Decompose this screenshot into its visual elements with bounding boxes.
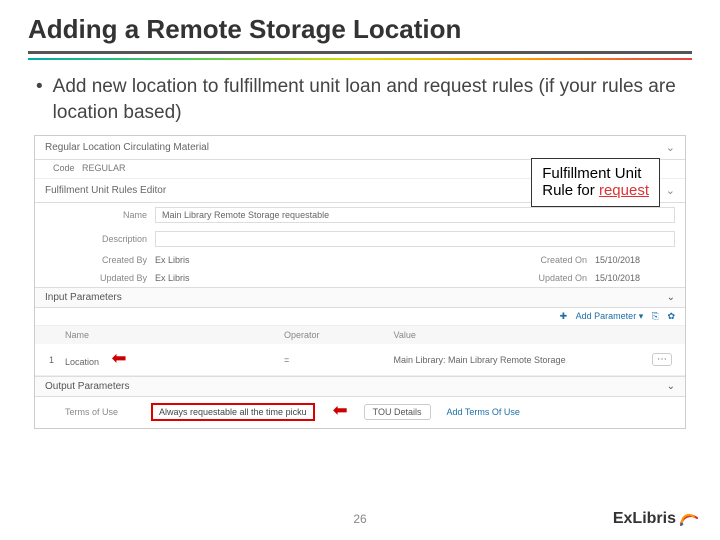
logo-text: ExLibris: [613, 510, 676, 528]
exlibris-logo: ExLibris: [613, 508, 700, 530]
callout-line1: Fulfillment Unit: [542, 165, 649, 182]
callout-line2a: Rule for: [542, 182, 599, 199]
code-value: REGULAR: [82, 163, 126, 173]
gear-icon[interactable]: ✿: [667, 311, 675, 321]
arrow-left-icon: ⬅: [333, 400, 348, 421]
add-tou-link[interactable]: Add Terms Of Use: [447, 407, 520, 417]
toolbar: ✚ Add Parameter ▾ ⎘ ✿: [35, 308, 685, 326]
updatedby-value: Ex Libris: [155, 273, 525, 283]
name-label: Name: [95, 210, 155, 220]
description-field[interactable]: [155, 231, 675, 247]
logo-arc-icon: [678, 508, 700, 530]
createdon-value: 15/10/2018: [595, 255, 675, 265]
updatedon-label: Updated On: [525, 273, 595, 283]
tou-label: Terms of Use: [65, 407, 135, 417]
output-params-label: Output Parameters: [45, 381, 129, 392]
row-index: 1: [49, 355, 65, 365]
createdon-label: Created On: [525, 255, 595, 265]
chevron-down-icon: ⌄: [667, 292, 675, 303]
tou-value-highlight: Always requestable all the time picku: [151, 403, 315, 421]
updatedby-label: Updated By: [95, 273, 155, 283]
tou-details-button[interactable]: TOU Details: [364, 404, 431, 420]
row-value: Main Library: Main Library Remote Storag…: [394, 355, 650, 365]
divider-rainbow: [28, 58, 692, 60]
col-operator: Operator: [284, 330, 394, 340]
arrow-left-icon: ⬅: [112, 348, 127, 368]
bullet-dot: •: [36, 74, 43, 125]
code-label: Code: [53, 163, 75, 173]
chevron-down-icon: ⌄: [666, 141, 675, 154]
add-parameter-button[interactable]: ✚ Add Parameter ▾: [560, 311, 644, 321]
table-header: Name Operator Value: [35, 326, 685, 344]
col-name: Name: [65, 330, 284, 340]
row-operator: =: [284, 355, 394, 365]
name-field[interactable]: Main Library Remote Storage requestable: [155, 207, 675, 223]
callout-request-word: request: [599, 182, 649, 199]
more-button[interactable]: ⋯: [652, 353, 672, 366]
bullet-item: • Add new location to fulfillment unit l…: [36, 74, 684, 125]
bullet-text: Add new location to fulfillment unit loa…: [53, 74, 684, 125]
chevron-down-icon: ⌄: [666, 184, 675, 197]
panel-header-regular-location[interactable]: Regular Location Circulating Material ⌄: [35, 136, 685, 160]
panel-header-input-params[interactable]: Input Parameters ⌄: [35, 287, 685, 308]
description-label: Description: [95, 234, 155, 244]
updatedon-value: 15/10/2018: [595, 273, 675, 283]
export-icon[interactable]: ⎘: [652, 311, 659, 321]
slide-title: Adding a Remote Storage Location: [28, 14, 692, 54]
table-row: 1 Location ⬅ = Main Library: Main Librar…: [35, 344, 685, 376]
callout-box: Fulfillment Unit Rule for request: [531, 158, 660, 207]
row-name: Location: [65, 357, 99, 367]
input-params-label: Input Parameters: [45, 292, 122, 303]
createdby-label: Created By: [95, 255, 155, 265]
page-number: 26: [353, 512, 366, 526]
col-value: Value: [394, 330, 650, 340]
createdby-value: Ex Libris: [155, 255, 525, 265]
chevron-down-icon: ⌄: [667, 381, 675, 392]
panel-header-output-params[interactable]: Output Parameters ⌄: [35, 376, 685, 397]
panel-header-text: Regular Location Circulating Material: [45, 142, 209, 153]
panel-header-text: Fulfilment Unit Rules Editor: [45, 185, 166, 196]
footer: 26 ExLibris: [0, 504, 720, 534]
